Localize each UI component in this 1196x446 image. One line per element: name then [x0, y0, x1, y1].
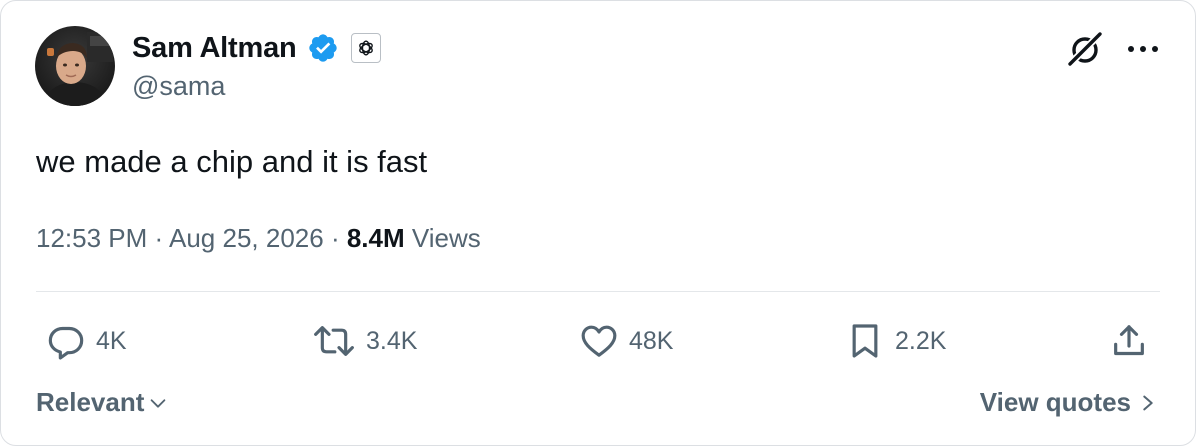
verified-badge-icon [308, 34, 337, 62]
like-button[interactable]: 48K [579, 321, 673, 361]
like-count: 48K [629, 326, 674, 355]
reply-count: 4K [96, 326, 127, 355]
bookmark-icon [852, 324, 878, 358]
chevron-right-icon [1143, 395, 1153, 410]
tweet-text: we made a chip and it is fast [36, 144, 428, 179]
avatar[interactable] [35, 26, 115, 106]
openai-logo-icon [358, 40, 373, 56]
sort-dropdown[interactable]: Relevant [36, 387, 169, 418]
views-label: Views [411, 223, 481, 253]
sort-label: Relevant [36, 387, 145, 417]
repost-count: 3.4K [366, 326, 418, 355]
tweet-date[interactable]: Aug 25, 2026 [169, 223, 324, 253]
reply-icon [48, 326, 84, 360]
meta-separator: · [330, 223, 340, 253]
grok-icon[interactable] [1065, 29, 1105, 69]
view-quotes-link[interactable]: View quotes [980, 387, 1157, 418]
repost-button[interactable]: 3.4K [312, 321, 417, 361]
affiliate-badge[interactable] [350, 33, 381, 63]
author-name[interactable]: Sam Altman [132, 32, 297, 65]
tweet-card[interactable]: Sam Altman @sama we made a chip and it i… [0, 0, 1196, 446]
view-quotes-label: View quotes [979, 387, 1131, 417]
reply-button[interactable]: 4K [46, 321, 127, 361]
tweet-time[interactable]: 12:53 PM [36, 223, 147, 253]
avatar-image [35, 26, 115, 106]
divider [36, 291, 1160, 292]
tweet-meta: 12:53 PM · Aug 25, 2026 · 8.4M Views [36, 223, 481, 254]
repost-icon [314, 326, 354, 356]
bookmark-count: 2.2K [895, 326, 947, 355]
top-actions [1065, 29, 1159, 69]
share-icon [1114, 325, 1144, 356]
bookmark-button[interactable]: 2.2K [845, 321, 946, 361]
heart-icon [581, 325, 617, 357]
share-button[interactable] [1109, 321, 1149, 361]
views-count: 8.4M [346, 223, 405, 253]
more-icon[interactable] [1127, 44, 1159, 54]
author-name-row: Sam Altman [132, 29, 381, 67]
author-handle[interactable]: @sama [132, 71, 225, 102]
chevron-down-icon [151, 398, 166, 408]
meta-separator: · [154, 223, 164, 253]
